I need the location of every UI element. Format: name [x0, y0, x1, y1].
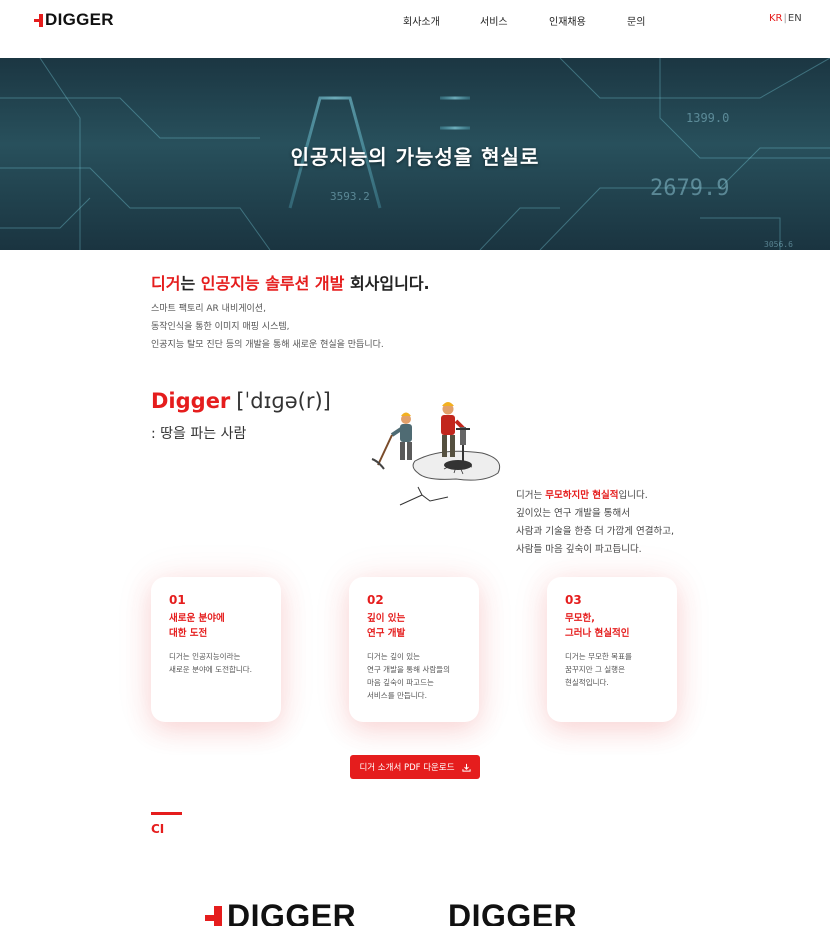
nav-item-about[interactable]: 회사소개	[403, 13, 440, 28]
philosophy-line: 깊이있는 연구 개발을 통해서	[516, 508, 630, 519]
hero-title: 인공지능의 가능성을 현실로	[290, 145, 540, 169]
philosophy-line: 디거는 무모하지만 현실적입니다.	[516, 487, 674, 505]
card-body-line: 연구 개발을 통해 사람들의	[367, 665, 451, 674]
card-body-line: 디거는 무모한 목표를	[565, 652, 632, 661]
card-body-line: 디거는 인공지능이라는	[169, 652, 241, 661]
intro-heading-particle: 는	[180, 274, 201, 293]
card-body: 디거는 무모한 목표를 꿈꾸지만 그 실행은 현실적입니다.	[565, 650, 632, 689]
pdf-download-button[interactable]: 디거 소개서 PDF 다운로드	[350, 755, 480, 779]
ci-logo-color-text: DIGGER	[227, 898, 357, 926]
card-title-line: 그러나 현실적인	[565, 628, 630, 639]
hero-number-1: 1399.0	[686, 111, 729, 125]
philosophy-text: 디거는 무모하지만 현실적입니다. 깊이있는 연구 개발을 통해서 사람과 기술…	[516, 487, 674, 559]
card-body-line: 디거는 깊이 있는	[367, 652, 421, 661]
card-body-line: 현실적입니다.	[565, 678, 609, 687]
card-number: 02	[367, 593, 384, 607]
card-title: 새로운 분야에 대한 도전	[169, 611, 225, 641]
card-title-line: 연구 개발	[367, 628, 406, 639]
intro-line: 스마트 팩토리 AR 내비게이션,	[151, 304, 266, 314]
card-body: 디거는 인공지능이라는 새로운 분야에 도전합니다.	[169, 650, 252, 676]
card-title-line: 새로운 분야에	[169, 613, 225, 624]
card-title-line: 대한 도전	[169, 628, 208, 639]
intro-heading-highlight: 인공지능 솔루션 개발	[200, 274, 345, 293]
language-switcher: KR|EN	[769, 13, 802, 24]
definition-meaning: : 땅을 파는 사람	[151, 426, 247, 442]
card-title: 무모한, 그러나 현실적인	[565, 611, 630, 641]
ci-section-title: CI	[151, 822, 165, 836]
philosophy-line: 사람들 마음 깊숙이 파고듭니다.	[516, 544, 642, 555]
diggers-illustration	[371, 402, 501, 506]
lang-kr-link[interactable]: KR	[769, 13, 783, 24]
card-body-line: 서비스를 만듭니다.	[367, 691, 427, 700]
definition-term: Digger	[151, 389, 231, 413]
intro-heading-brand: 디거	[151, 274, 181, 293]
hero-number-2: 3593.2	[330, 190, 370, 203]
card-number: 03	[565, 593, 582, 607]
intro-heading-suffix: 회사입니다.	[344, 274, 430, 293]
definition-phonetic: [ˈdɪɡə(r)]	[236, 389, 331, 413]
pdf-download-label: 디거 소개서 PDF 다운로드	[359, 763, 455, 773]
ci-logo-mono: DIGGER	[448, 898, 578, 926]
lang-en-link[interactable]: EN	[788, 13, 802, 24]
ci-logo-color: DIGGER	[205, 898, 356, 926]
intro-line: 동작인식을 통한 이미지 매핑 시스템,	[151, 322, 290, 332]
value-card: 03 무모한, 그러나 현실적인 디거는 무모한 목표를 꿈꾸지만 그 실행은 …	[547, 577, 677, 722]
hero-number-4: 3056.6	[764, 240, 793, 249]
hero-banner: 1399.0 3593.2 2679.9 3056.6 인공지능의 가능성을 현…	[0, 58, 830, 250]
card-title-line: 무모한,	[565, 613, 595, 624]
site-header: DIGGER 회사소개 서비스 인재채용 문의 KR|EN	[0, 0, 830, 58]
card-body-line: 꿈꾸지만 그 실행은	[565, 665, 625, 674]
definition-word: Digger [ˈdɪɡə(r)]	[151, 389, 331, 413]
philosophy-prefix: 디거는	[516, 490, 546, 501]
intro-heading: 디거는 인공지능 솔루션 개발 회사입니다.	[151, 270, 430, 294]
card-title: 깊이 있는 연구 개발	[367, 611, 405, 641]
card-body: 디거는 깊이 있는 연구 개발을 통해 사람들의 마음 깊숙이 파고드는 서비스…	[367, 650, 450, 702]
philosophy-line: 사람과 기술을 한층 더 가깝게 연결하고,	[516, 526, 674, 537]
philosophy-highlight: 무모하지만 현실적	[545, 490, 619, 501]
lang-separator: |	[783, 13, 787, 24]
intro-line: 인공지능 탈모 진단 등의 개발을 통해 새로운 현실을 만듭니다.	[151, 340, 384, 350]
nav-item-contact[interactable]: 문의	[627, 13, 645, 28]
card-body-line: 새로운 분야에 도전합니다.	[169, 665, 253, 674]
nav-item-services[interactable]: 서비스	[480, 13, 508, 28]
card-title-line: 깊이 있는	[367, 613, 406, 624]
card-body-line: 마음 깊숙이 파고드는	[367, 678, 434, 687]
philosophy-suffix: 입니다.	[618, 490, 648, 501]
ci-section-bar	[151, 812, 182, 815]
value-card: 02 깊이 있는 연구 개발 디거는 깊이 있는 연구 개발을 통해 사람들의 …	[349, 577, 479, 722]
ci-logo-mark-icon	[205, 904, 225, 926]
value-card: 01 새로운 분야에 대한 도전 디거는 인공지능이라는 새로운 분야에 도전합…	[151, 577, 281, 722]
download-icon	[461, 763, 471, 772]
nav-item-careers[interactable]: 인재채용	[549, 13, 586, 28]
main-nav: 회사소개 서비스 인재채용 문의	[0, 13, 830, 28]
hero-number-3: 2679.9	[650, 176, 729, 201]
intro-description: 스마트 팩토리 AR 내비게이션, 동작인식을 통한 이미지 매핑 시스템, 인…	[151, 300, 384, 354]
card-number: 01	[169, 593, 186, 607]
